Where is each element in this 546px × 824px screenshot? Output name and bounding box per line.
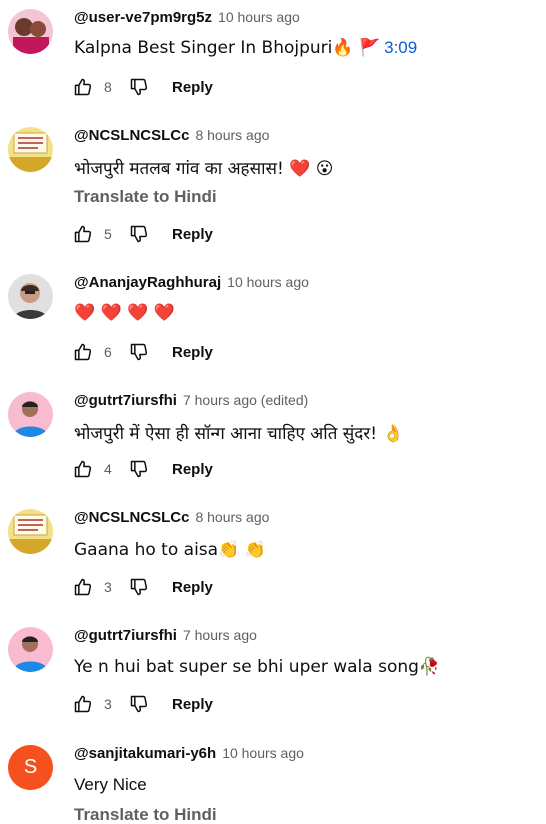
- like-count: 3: [104, 696, 112, 712]
- comment-header: @gutrt7iursfhi 7 hours ago (edited): [74, 392, 308, 412]
- comment-time[interactable]: 7 hours ago: [183, 627, 257, 643]
- comment-author[interactable]: @gutrt7iursfhi: [74, 392, 177, 409]
- comment-author[interactable]: @NCSLNCSLCc: [74, 127, 189, 144]
- like-button[interactable]: [72, 458, 94, 480]
- avatar[interactable]: [8, 274, 53, 319]
- thumbs-up-icon: [74, 695, 92, 713]
- comment-text: Very Nice: [74, 775, 147, 794]
- comment-actions: 5 Reply: [72, 222, 213, 246]
- like-button[interactable]: [72, 341, 94, 363]
- reply-button[interactable]: Reply: [172, 579, 213, 596]
- comment-actions: 3 Reply: [72, 692, 213, 716]
- comment-time[interactable]: 8 hours ago: [195, 127, 269, 143]
- comment-time[interactable]: 10 hours ago: [227, 274, 309, 290]
- reply-button[interactable]: Reply: [172, 226, 213, 243]
- thumbs-up-icon: [74, 578, 92, 596]
- comment-actions: 8 Reply: [72, 75, 213, 99]
- dislike-button[interactable]: [128, 341, 150, 363]
- like-count: 3: [104, 579, 112, 595]
- dislike-button[interactable]: [128, 693, 150, 715]
- like-button[interactable]: [72, 693, 94, 715]
- comment-text: भोजपुरी में ऐसा ही सॉन्ग आना चाहिए अति स…: [74, 424, 404, 444]
- thumbs-down-icon: [130, 225, 148, 243]
- comment-time[interactable]: 7 hours ago (edited): [183, 392, 308, 408]
- translate-button[interactable]: Translate to Hindi: [74, 805, 217, 824]
- reply-button[interactable]: Reply: [172, 461, 213, 478]
- avatar[interactable]: [8, 392, 53, 437]
- like-count: 5: [104, 226, 112, 242]
- translate-button[interactable]: Translate to Hindi: [74, 187, 217, 207]
- dislike-button[interactable]: [128, 458, 150, 480]
- thumbs-down-icon: [130, 695, 148, 713]
- comment-header: @user-ve7pm9rg5z 10 hours ago: [74, 9, 300, 29]
- comment-actions: 4 Reply: [72, 457, 213, 481]
- thumbs-down-icon: [130, 578, 148, 596]
- comment-header: @AnanjayRaghhuraj 10 hours ago: [74, 274, 309, 294]
- like-button[interactable]: [72, 576, 94, 598]
- thumbs-down-icon: [130, 78, 148, 96]
- like-button[interactable]: [72, 76, 94, 98]
- comment-time[interactable]: 10 hours ago: [218, 9, 300, 25]
- thumbs-up-icon: [74, 460, 92, 478]
- comment-header: @NCSLNCSLCc 8 hours ago: [74, 509, 269, 529]
- thumbs-down-icon: [130, 460, 148, 478]
- thumbs-up-icon: [74, 78, 92, 96]
- dislike-button[interactable]: [128, 76, 150, 98]
- reply-button[interactable]: Reply: [172, 344, 213, 361]
- comment-actions: 3 Reply: [72, 575, 213, 599]
- comment-actions: 6 Reply: [72, 340, 213, 364]
- comment-text: भोजपुरी मतलब गांव का अहसास! ❤️ 😮: [74, 159, 334, 179]
- like-button[interactable]: [72, 223, 94, 245]
- reply-button[interactable]: Reply: [172, 696, 213, 713]
- avatar[interactable]: [8, 509, 53, 554]
- like-count: 4: [104, 461, 112, 477]
- comment-time[interactable]: 8 hours ago: [195, 509, 269, 525]
- avatar-letter: S: [23, 756, 38, 778]
- timestamp-link[interactable]: 3:09: [384, 38, 417, 57]
- comment-header: @sanjitakumari-y6h 10 hours ago: [74, 745, 304, 765]
- comment-time[interactable]: 10 hours ago: [222, 745, 304, 761]
- thumbs-down-icon: [130, 343, 148, 361]
- comment-author[interactable]: @gutrt7iursfhi: [74, 627, 177, 644]
- comment-text: Kalpna Best Singer In Bhojpuri🔥 🚩: [74, 38, 381, 58]
- comment-header: @NCSLNCSLCc 8 hours ago: [74, 127, 269, 147]
- thumbs-up-icon: [74, 225, 92, 243]
- comment-header: @gutrt7iursfhi 7 hours ago: [74, 627, 257, 647]
- avatar[interactable]: S: [8, 745, 53, 790]
- reply-button[interactable]: Reply: [172, 79, 213, 96]
- comment-author[interactable]: @AnanjayRaghhuraj: [74, 274, 221, 291]
- dislike-button[interactable]: [128, 576, 150, 598]
- dislike-button[interactable]: [128, 223, 150, 245]
- comment-author[interactable]: @sanjitakumari-y6h: [74, 745, 216, 762]
- comment-text: Ye n hui bat super se bhi uper wala song…: [74, 657, 441, 677]
- like-count: 8: [104, 79, 112, 95]
- comment-text-row: Kalpna Best Singer In Bhojpuri🔥 🚩 3:09: [74, 38, 417, 58]
- thumbs-up-icon: [74, 343, 92, 361]
- avatar[interactable]: [8, 127, 53, 172]
- comment-author[interactable]: @user-ve7pm9rg5z: [74, 9, 212, 26]
- comment-text: ❤️ ❤️ ❤️ ❤️: [74, 303, 175, 323]
- like-count: 6: [104, 344, 112, 360]
- avatar[interactable]: [8, 9, 53, 54]
- comment-author[interactable]: @NCSLNCSLCc: [74, 509, 189, 526]
- avatar[interactable]: [8, 627, 53, 672]
- comment-text: Gaana ho to aisa👏 👏: [74, 540, 266, 560]
